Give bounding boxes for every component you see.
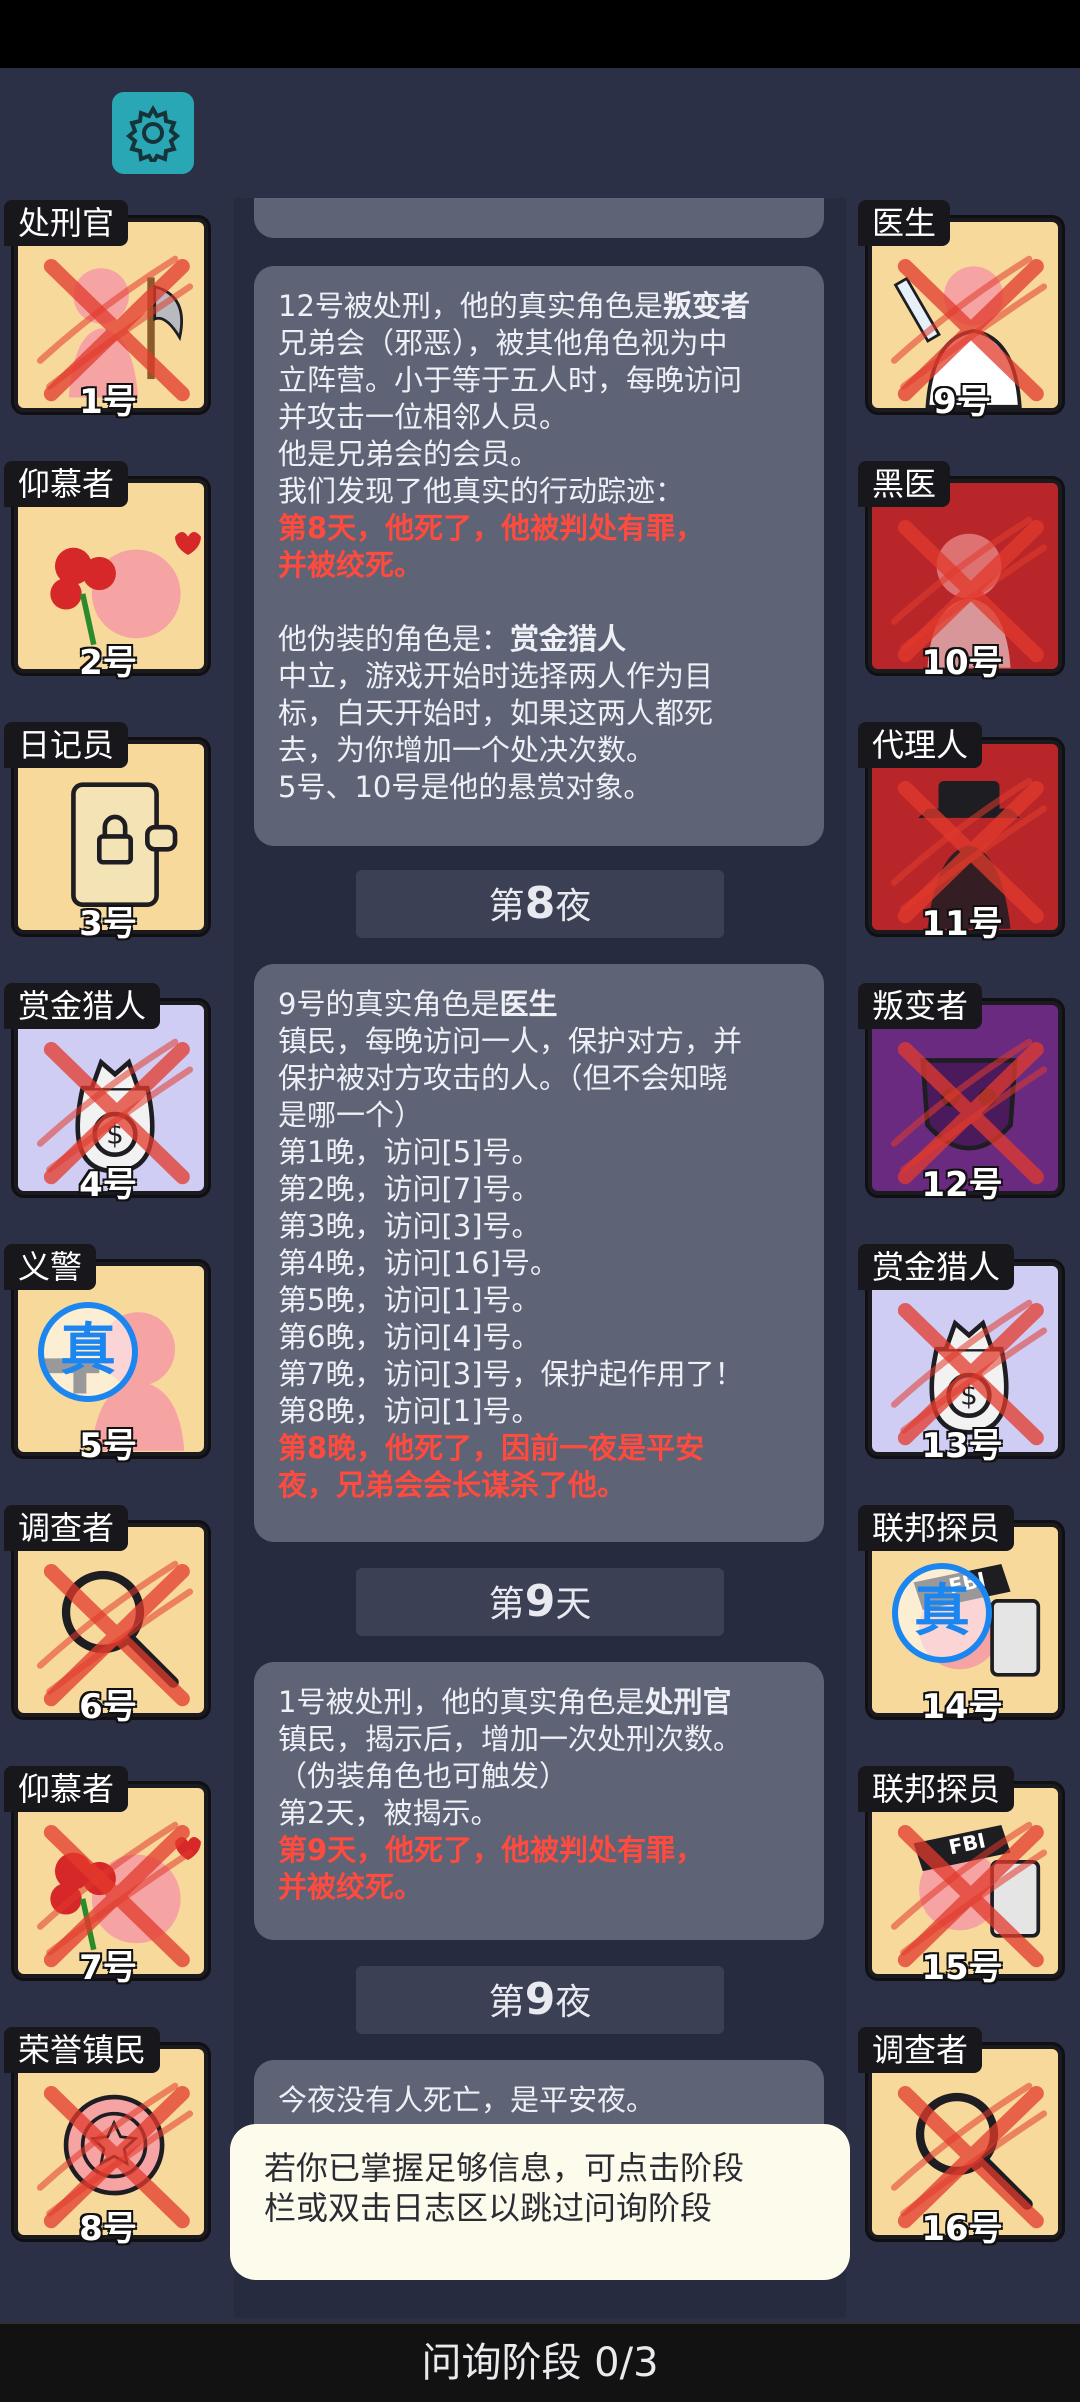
player-number: 13号 <box>921 1426 1003 1466</box>
settings-button[interactable] <box>112 92 194 174</box>
player-role-label: 日记员 <box>4 722 129 768</box>
player-number: 16号 <box>921 2209 1003 2249</box>
player-role-label: 医生 <box>858 200 951 246</box>
player-tile-7[interactable]: 仰慕者 7号 <box>4 1766 212 1988</box>
player-tile-6[interactable]: 调查者 6号 <box>4 1505 212 1727</box>
player-role-label: 调查者 <box>858 2027 983 2073</box>
player-tile-8[interactable]: 荣誉镇民 8号 <box>4 2027 212 2249</box>
player-role-label: 叛变者 <box>858 983 983 1029</box>
phase-divider-night-8: 第8夜 <box>356 870 724 938</box>
player-number: 12号 <box>921 1165 1003 1205</box>
player-number: 2号 <box>79 643 137 683</box>
player-number: 4号 <box>79 1165 137 1205</box>
player-role-label: 黑医 <box>858 461 951 507</box>
player-number: 10号 <box>921 643 1003 683</box>
player-number: 3号 <box>79 904 137 944</box>
player-role-label: 荣誉镇民 <box>4 2027 161 2073</box>
player-tile-2[interactable]: 仰慕者 2号 <box>4 461 212 683</box>
player-tile-5[interactable]: 义警真 5号 <box>4 1244 212 1466</box>
player-tile-11[interactable]: 代理人 11号 <box>858 722 1066 944</box>
player-role-label: 仰慕者 <box>4 461 129 507</box>
player-number: 8号 <box>79 2209 137 2249</box>
true-identity-badge: 真 <box>892 1563 992 1663</box>
player-number: 7号 <box>79 1948 137 1988</box>
player-number: 6号 <box>79 1687 137 1727</box>
status-bar <box>0 0 1080 68</box>
skip-hint-toast[interactable]: 若你已掌握足够信息，可点击阶段 栏或双击日志区以跳过问询阶段 <box>230 2124 850 2280</box>
player-number: 5号 <box>79 1426 137 1466</box>
player-role-label: 仰慕者 <box>4 1766 129 1812</box>
player-number: 1号 <box>79 382 137 422</box>
player-tile-15[interactable]: FBI 联邦探员 15号 <box>858 1766 1066 1988</box>
player-role-label: 联邦探员 <box>858 1505 1015 1551</box>
event-log[interactable]: 12号被处刑，他的真实角色是叛变者 兄弟会（邪恶），被其他角色视为中 立阵营。小… <box>234 198 846 2318</box>
log-card-doctor-reveal: 9号的真实角色是医生 镇民，每晚访问一人，保护对方，并 保护被对方攻击的人。（但… <box>254 964 824 1542</box>
player-tile-4[interactable]: $ 赏金猎人 4号 <box>4 983 212 1205</box>
player-number: 11号 <box>921 904 1003 944</box>
player-tile-16[interactable]: 调查者 16号 <box>858 2027 1066 2249</box>
player-tile-3[interactable]: 日记员 3号 <box>4 722 212 944</box>
player-tile-12[interactable]: 叛变者 12号 <box>858 983 1066 1205</box>
player-role-label: 联邦探员 <box>858 1766 1015 1812</box>
log-card-execution-1: 1号被处刑，他的真实角色是处刑官 镇民，揭示后，增加一次处刑次数。 （伪装角色也… <box>254 1662 824 1940</box>
player-number: 9号 <box>933 382 991 422</box>
phase-divider-day-9: 第9天 <box>356 1568 724 1636</box>
phase-divider-night-9: 第9夜 <box>356 1966 724 2034</box>
true-identity-badge: 真 <box>38 1302 138 1402</box>
player-role-label: 调查者 <box>4 1505 129 1551</box>
player-role-label: 赏金猎人 <box>858 1244 1015 1290</box>
gear-icon <box>125 104 181 162</box>
player-role-label: 赏金猎人 <box>4 983 161 1029</box>
player-tile-9[interactable]: 医生 9号 <box>858 200 1066 422</box>
player-role-label: 代理人 <box>858 722 983 768</box>
player-tile-10[interactable]: 黑医 10号 <box>858 461 1066 683</box>
player-number: 14号 <box>921 1687 1003 1727</box>
player-tile-1[interactable]: 处刑官 1号 <box>4 200 212 422</box>
player-role-label: 义警 <box>4 1244 97 1290</box>
player-tile-13[interactable]: $ 赏金猎人 13号 <box>858 1244 1066 1466</box>
player-tile-14[interactable]: FBI联邦探员真14号 <box>858 1505 1066 1727</box>
player-role-label: 处刑官 <box>4 200 129 246</box>
phase-bar[interactable]: 问询阶段 0/3 <box>0 2322 1080 2402</box>
player-number: 15号 <box>921 1948 1003 1988</box>
log-card-top-partial <box>254 198 824 238</box>
log-card-execution-12: 12号被处刑，他的真实角色是叛变者 兄弟会（邪恶），被其他角色视为中 立阵营。小… <box>254 266 824 846</box>
